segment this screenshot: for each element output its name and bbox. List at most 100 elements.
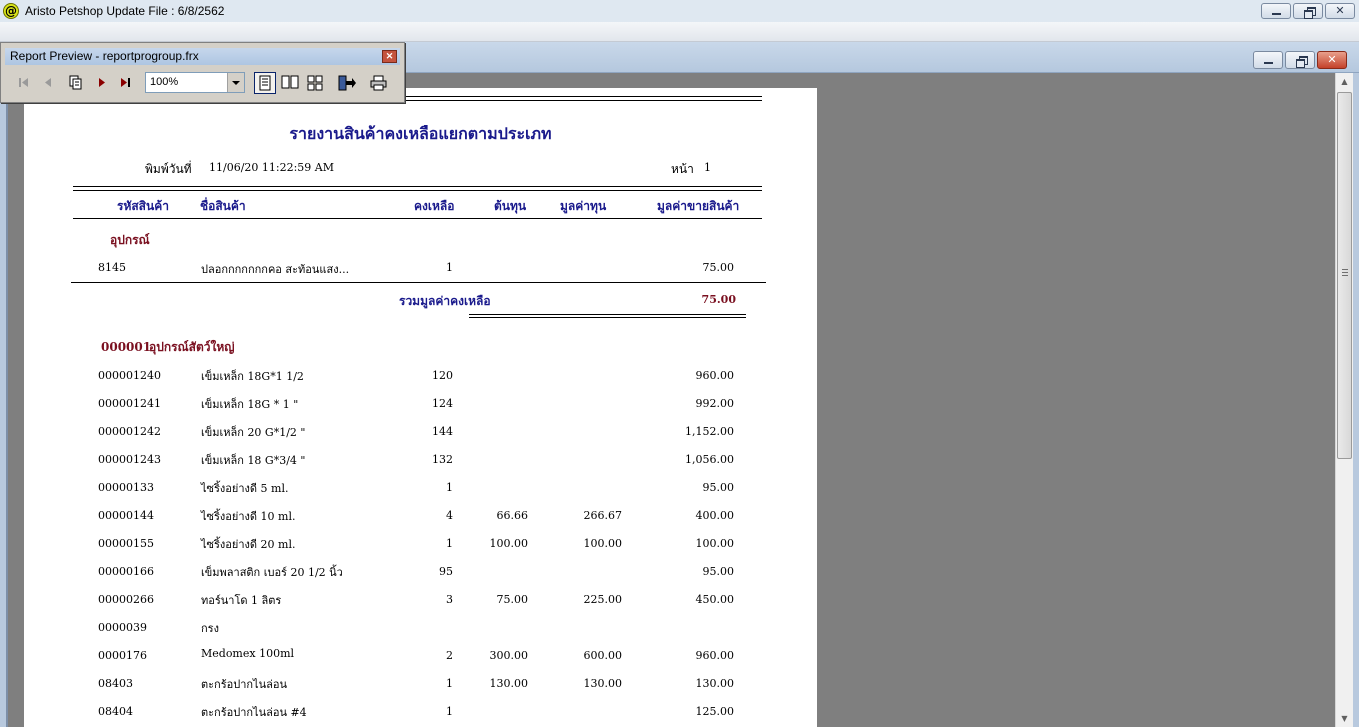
last-page-icon bbox=[121, 78, 130, 87]
close-button[interactable]: ✕ bbox=[1325, 3, 1355, 19]
cell-qty: 3 bbox=[446, 593, 453, 606]
cell-value: 100.00 bbox=[583, 537, 623, 550]
cell-qty: 120 bbox=[432, 369, 453, 382]
group-code: 000001 bbox=[101, 340, 152, 354]
cell-cost: 66.66 bbox=[496, 509, 529, 522]
divider bbox=[73, 186, 762, 187]
report-page: รายงานสินค้าคงเหลือแยกตามประเภท พิมพ์วัน… bbox=[24, 88, 817, 727]
two-pages-icon bbox=[281, 75, 299, 89]
cell-qty: 1 bbox=[446, 677, 453, 690]
next-page-icon bbox=[99, 78, 105, 87]
multi-pages-button[interactable] bbox=[304, 72, 326, 94]
subtotal-label: รวมมูลค่าคงเหลือ bbox=[399, 294, 491, 308]
cell-name: ไซริ้งอย่างดี 10 ml. bbox=[201, 510, 296, 523]
print-icon bbox=[370, 75, 387, 91]
one-page-button[interactable] bbox=[254, 72, 276, 94]
cell-value: 266.67 bbox=[583, 509, 623, 522]
toolbar-title-text: Report Preview - reportprogroup.frx bbox=[10, 49, 199, 63]
two-pages-button[interactable] bbox=[278, 72, 300, 94]
cell-sale: 95.00 bbox=[702, 481, 735, 494]
print-date-label: พิมพ์วันที่ bbox=[145, 162, 192, 176]
cell-cost: 130.00 bbox=[489, 677, 529, 690]
prev-page-button[interactable] bbox=[38, 72, 60, 94]
cell-code: 000001240 bbox=[98, 369, 161, 382]
zoom-select[interactable]: 100% bbox=[145, 72, 245, 93]
page-label: หน้า bbox=[671, 162, 694, 176]
goto-page-icon bbox=[69, 75, 82, 90]
group-name: อุปกรณ์สัตว์ใหญ่ bbox=[149, 340, 235, 354]
cell-sale: 125.00 bbox=[695, 705, 735, 718]
cell-code: 00000133 bbox=[98, 481, 154, 494]
subtotal-value: 75.00 bbox=[701, 293, 736, 306]
close-preview-icon bbox=[338, 75, 356, 91]
vertical-scrollbar[interactable]: ▲ ▼ bbox=[1335, 73, 1353, 727]
toolbar-buttons: 100% bbox=[5, 70, 400, 96]
cell-code: 08404 bbox=[98, 705, 133, 718]
cell-code: 000001243 bbox=[98, 453, 161, 466]
app-title: Aristo Petshop Update File : 6/8/2562 bbox=[25, 4, 225, 18]
minimize-icon bbox=[1272, 13, 1281, 15]
cell-name: เข็มเหล็ก 18G * 1 " bbox=[201, 398, 299, 411]
report-close-button[interactable]: ✕ bbox=[1317, 51, 1347, 69]
minimize-icon bbox=[1264, 62, 1273, 64]
col-header-cost: ต้นทุน bbox=[494, 199, 527, 213]
toolbar-close-button[interactable]: ✕ bbox=[382, 50, 397, 63]
col-header-code: รหัสสินค้า bbox=[117, 199, 169, 213]
prev-page-icon bbox=[45, 78, 51, 87]
menu-strip bbox=[0, 22, 1359, 42]
cell-sale: 100.00 bbox=[695, 537, 735, 550]
cell-code: 00000155 bbox=[98, 537, 154, 550]
goto-page-button[interactable] bbox=[65, 72, 87, 94]
close-icon: ✕ bbox=[1327, 53, 1337, 66]
close-preview-button[interactable] bbox=[335, 72, 357, 94]
minimize-button[interactable] bbox=[1261, 3, 1291, 19]
scroll-up-icon[interactable]: ▲ bbox=[1336, 73, 1353, 90]
page-number: 1 bbox=[704, 161, 711, 174]
first-page-icon bbox=[19, 78, 28, 87]
cell-cost: 75.00 bbox=[496, 593, 529, 606]
divider bbox=[469, 317, 746, 318]
cell-qty: 4 bbox=[446, 509, 453, 522]
cell-sale: 1,056.00 bbox=[685, 453, 734, 466]
window-border bbox=[1353, 73, 1359, 727]
cell-cost: 300.00 bbox=[489, 649, 529, 662]
cell-code: 000001241 bbox=[98, 397, 161, 410]
divider bbox=[73, 218, 762, 219]
cell-name: ตะกร้อปากไนล่อน #4 bbox=[201, 706, 307, 719]
col-header-sale: มูลค่าขายสินค้า bbox=[657, 199, 740, 213]
scroll-down-icon[interactable]: ▼ bbox=[1336, 710, 1353, 727]
restore-icon bbox=[1296, 56, 1308, 68]
cell-sale: 992.00 bbox=[695, 397, 735, 410]
cell-code: 00000266 bbox=[98, 593, 154, 606]
chevron-down-icon[interactable] bbox=[227, 73, 244, 92]
group-name: อุปกรณ์ bbox=[110, 233, 150, 247]
cell-name: Medomex 100ml bbox=[201, 647, 295, 660]
report-minimize-button[interactable] bbox=[1253, 51, 1283, 69]
cell-qty: 1 bbox=[446, 481, 453, 494]
first-page-button[interactable] bbox=[14, 72, 36, 94]
cell-code: 000001242 bbox=[98, 425, 161, 438]
col-header-value: มูลค่าทุน bbox=[560, 199, 607, 213]
divider bbox=[73, 190, 762, 191]
cell-name: เข็มเหล็ก 18 G*3/4 " bbox=[201, 454, 306, 467]
report-preview-toolbar[interactable]: Report Preview - reportprogroup.frx ✕ 10… bbox=[0, 42, 405, 103]
scroll-thumb[interactable] bbox=[1337, 92, 1352, 459]
cell-qty: 1 bbox=[446, 705, 453, 718]
window-border bbox=[0, 73, 8, 727]
cell-name: ตะกร้อปากไนล่อน bbox=[201, 678, 287, 691]
grip-icon bbox=[1342, 269, 1348, 276]
close-icon: ✕ bbox=[1335, 4, 1345, 17]
restore-button[interactable] bbox=[1293, 3, 1323, 19]
last-page-button[interactable] bbox=[115, 72, 137, 94]
cell-name: เข็มเหล็ก 18G*1 1/2 bbox=[201, 370, 304, 383]
report-restore-button[interactable] bbox=[1285, 51, 1315, 69]
cell-value: 600.00 bbox=[583, 649, 623, 662]
cell-code: 00000144 bbox=[98, 509, 154, 522]
next-page-button[interactable] bbox=[92, 72, 114, 94]
restore-icon bbox=[1304, 7, 1316, 19]
cell-code: 00000166 bbox=[98, 565, 154, 578]
toolbar-title: Report Preview - reportprogroup.frx ✕ bbox=[5, 48, 400, 65]
print-button[interactable] bbox=[367, 72, 389, 94]
cell-code: 0000176 bbox=[98, 649, 147, 662]
divider bbox=[71, 282, 766, 283]
